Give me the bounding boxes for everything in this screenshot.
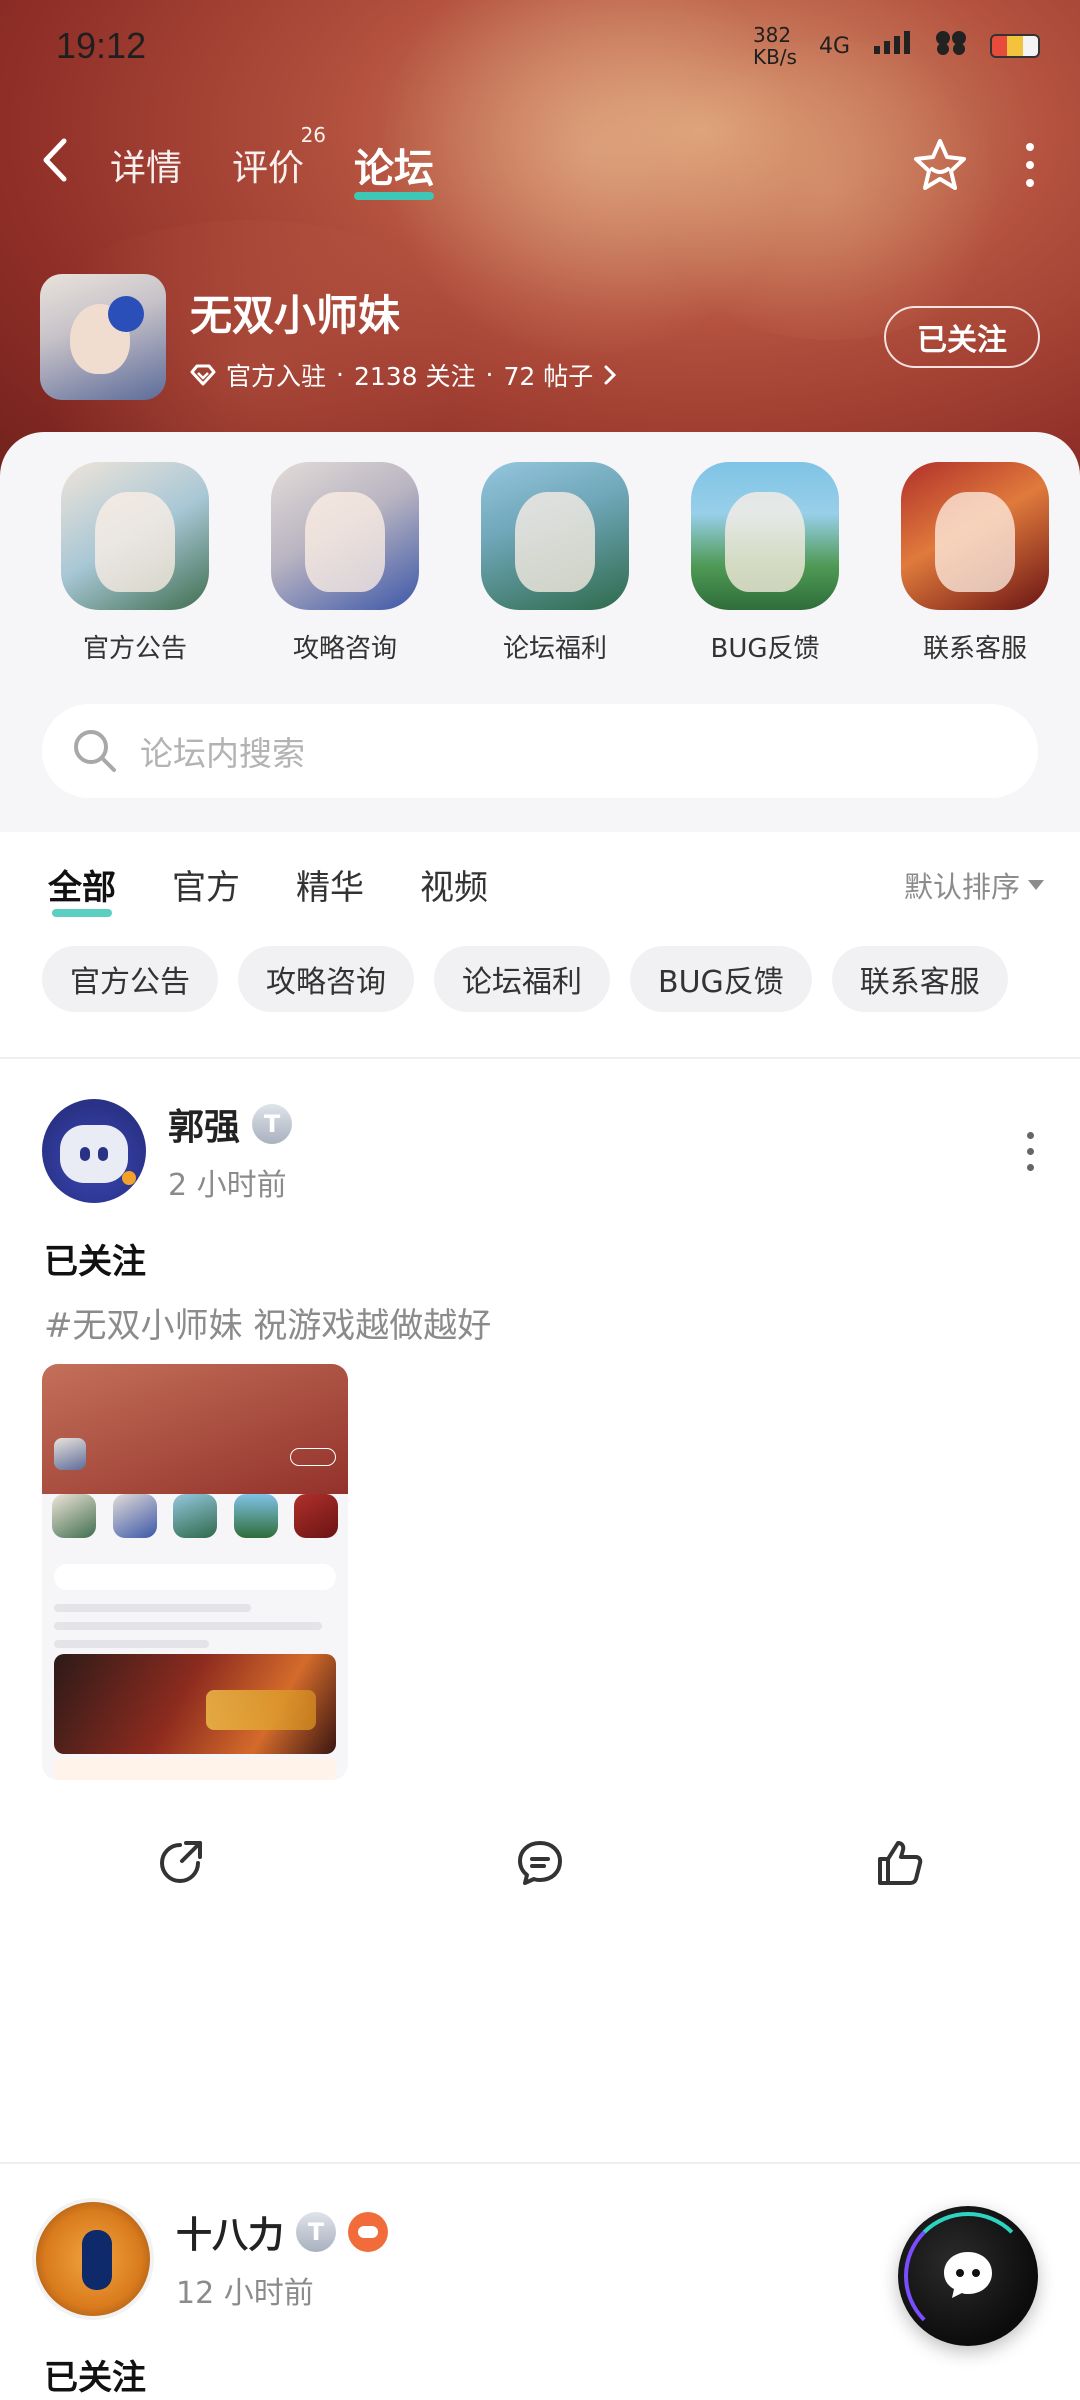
board-guide[interactable]: 攻略咨询 xyxy=(240,462,450,665)
author-name[interactable]: 十八力 xyxy=(176,2206,284,2258)
comment-icon xyxy=(518,1841,562,1885)
board-bug-feedback[interactable]: BUG反馈 xyxy=(660,462,870,665)
avatar[interactable] xyxy=(42,1099,146,1203)
official-notice-thumb-icon xyxy=(61,462,209,610)
chevron-left-icon xyxy=(43,138,67,182)
favorite-button[interactable] xyxy=(910,135,970,195)
follow-button[interactable]: 已关注 xyxy=(884,306,1040,368)
chip-welfare[interactable]: 论坛福利 xyxy=(434,946,610,1012)
board-chip-list: 官方公告 攻略咨询 论坛福利 BUG反馈 联系客服 xyxy=(42,946,1008,1012)
chip-customer-service[interactable]: 联系客服 xyxy=(831,946,1008,1012)
customer-service-thumb-icon xyxy=(901,462,1049,610)
guide-thumb-icon xyxy=(271,462,419,610)
user-level-badge: T xyxy=(296,2212,337,2252)
caret-down-icon xyxy=(1028,879,1044,890)
search-icon xyxy=(74,730,116,772)
post-title: 已关注 xyxy=(44,2358,146,2398)
share-button[interactable] xyxy=(0,1818,360,1908)
sort-label: 默认排序 xyxy=(903,869,1020,904)
post-time: 12 小时前 xyxy=(176,2276,314,2311)
post-more-button[interactable] xyxy=(1020,1131,1040,1171)
forum-search-input[interactable]: 论坛内搜索 xyxy=(42,704,1038,798)
status-icons: 382 KB/s 4G xyxy=(753,24,1040,68)
status-time: 19:12 xyxy=(56,25,147,66)
post-time: 2 小时前 xyxy=(168,1168,287,1203)
chat-bubble-icon xyxy=(944,2252,992,2298)
filter-tab-all[interactable]: 全部 xyxy=(48,860,116,917)
share-icon xyxy=(160,1841,202,1883)
chevron-right-icon xyxy=(604,365,617,384)
official-label: 官方入驻 xyxy=(226,361,327,391)
gamepad-icon xyxy=(348,2212,389,2252)
network-type: 4G xyxy=(818,33,850,59)
floating-chat-button[interactable] xyxy=(898,2206,1038,2346)
posts-count: 72 帖子 xyxy=(503,361,594,391)
section-divider xyxy=(0,1057,1080,1059)
section-divider xyxy=(0,2162,1080,2164)
top-navigation: 详情 评价 26 论坛 xyxy=(0,120,1080,210)
forum-avatar[interactable] xyxy=(40,274,166,400)
chip-official-notice[interactable]: 官方公告 xyxy=(42,946,218,1012)
post-actions xyxy=(0,1818,1080,1908)
board-list: 官方公告 攻略咨询 论坛福利 BUG反馈 联系客服 xyxy=(30,462,1080,665)
board-label: 攻略咨询 xyxy=(292,634,397,664)
like-button[interactable] xyxy=(720,1818,1080,1908)
bug-feedback-thumb-icon xyxy=(691,462,839,610)
board-label: 联系客服 xyxy=(922,634,1027,664)
network-speed-unit: KB/s xyxy=(752,45,797,69)
board-label: 官方公告 xyxy=(82,634,187,664)
forum-panel: 官方公告 攻略咨询 论坛福利 BUG反馈 联系客服 论坛内搜索 xyxy=(0,432,1080,832)
forum-info-header: 无双小师妹 官方入驻 · 2138 关注 · 72 帖子 已关注 xyxy=(40,272,1040,402)
official-diamond-icon xyxy=(190,364,216,385)
filter-tab-video[interactable]: 视频 xyxy=(420,860,488,909)
post-text: #无双小师妹 祝游戏越做越好 xyxy=(44,1306,492,1346)
more-options-button[interactable] xyxy=(1020,143,1040,187)
followers-count: 2138 关注 xyxy=(353,361,476,391)
status-bar: 19:12 382 KB/s 4G xyxy=(56,18,1040,74)
tab-forum-label: 论坛 xyxy=(354,146,435,192)
tab-forum[interactable]: 论坛 xyxy=(354,136,435,200)
author-name[interactable]: 郭强 xyxy=(168,1098,240,1150)
back-button[interactable] xyxy=(40,137,110,193)
thumbs-up-icon xyxy=(878,1841,923,1885)
sort-dropdown[interactable]: 默认排序 xyxy=(904,864,1044,906)
chip-bug-feedback[interactable]: BUG反馈 xyxy=(630,946,812,1012)
search-placeholder: 论坛内搜索 xyxy=(140,734,305,773)
reviews-count-badge: 26 xyxy=(300,123,327,147)
board-customer-service[interactable]: 联系客服 xyxy=(870,462,1080,665)
post-title: 已关注 xyxy=(44,1242,146,1282)
user-level-badge: T xyxy=(252,1104,293,1144)
chip-guide[interactable]: 攻略咨询 xyxy=(238,946,414,1012)
tab-details-label: 详情 xyxy=(110,148,183,189)
board-welfare[interactable]: 论坛福利 xyxy=(450,462,660,665)
post-filters: 全部 官方 精华 视频 默认排序 官方公告 攻略咨询 论坛福利 BUG反馈 联系… xyxy=(0,832,1080,1062)
welfare-thumb-icon xyxy=(481,462,629,610)
battery-icon xyxy=(990,34,1040,58)
tab-reviews[interactable]: 评价 26 xyxy=(232,123,326,191)
filter-tab-featured[interactable]: 精华 xyxy=(296,860,364,909)
tab-details[interactable]: 详情 xyxy=(110,139,182,191)
forum-meta[interactable]: 官方入驻 · 2138 关注 · 72 帖子 xyxy=(190,357,617,393)
filter-tab-official[interactable]: 官方 xyxy=(172,860,240,909)
network-speed-value: 382 xyxy=(752,23,792,47)
bluetooth-icon xyxy=(934,29,968,63)
board-official-notice[interactable]: 官方公告 xyxy=(30,462,240,665)
signal-icon xyxy=(872,30,912,62)
board-label: 论坛福利 xyxy=(502,634,607,664)
avatar[interactable] xyxy=(32,2198,154,2320)
post-image[interactable] xyxy=(42,1364,348,1780)
tab-reviews-label: 评价 xyxy=(232,148,305,189)
network-speed: 382 KB/s xyxy=(753,24,797,68)
star-icon xyxy=(914,139,966,190)
comment-button[interactable] xyxy=(360,1818,720,1908)
board-label: BUG反馈 xyxy=(710,634,820,664)
forum-name: 无双小师妹 xyxy=(190,290,401,340)
